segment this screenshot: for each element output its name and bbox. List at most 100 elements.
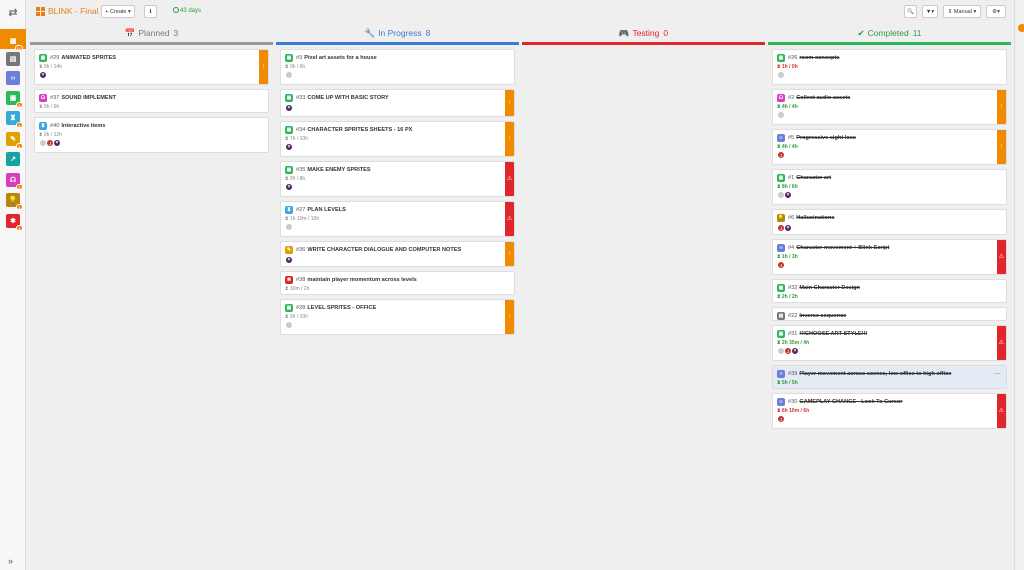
card-list: ▣ #26 room concepts ⧗ 1h / 0h ☊ #2 Collect aud… [768,48,1011,429]
task-title: MAKE ENEMY SPRITES [307,166,371,173]
task-card[interactable]: ▣ #31 !!!CHOOSE ART STYLE!!! ⧗ 2h 35m / 4h J… [772,324,1007,361]
sidebar-writing-icon[interactable]: ✎ 1 [6,132,23,149]
task-title-row: ✎ #36 WRITE CHARACTER DIALOGUE AND COMPUTE… [285,245,462,254]
avatar[interactable]: J [777,150,785,159]
task-card[interactable]: ✱ #38 maintain player momentum across leve… [280,270,515,295]
task-card[interactable]: ♜ #40 Interactive items ⧗ 0h / 12h J [34,116,269,153]
time-tracking: ⧗ 1h / 0h [777,64,798,70]
time-tracking: ⧗ 2h / 10h [285,314,308,320]
avatar[interactable]: J [777,260,785,269]
time-value: 7h / 10h [289,135,308,142]
task-card[interactable]: ▤ #22 Inverse sequence [772,306,1007,321]
swap-icon[interactable]: ⇄ [0,0,26,24]
high-priority-icon: ↑ [259,49,268,84]
search-button[interactable]: 🔍 [904,5,917,18]
task-title-row: ‹› #39 Player movement across scenes, low … [777,369,951,378]
avatar[interactable] [285,182,293,191]
category-icon: ‹› [777,369,785,378]
avatar[interactable] [53,138,61,147]
task-card[interactable]: ☊ #2 Collect audio assets ⧗ 4h / 4h ↑ [772,88,1007,125]
category-icon: ▣ [285,53,293,62]
task-card[interactable]: ✎ #36 WRITE CHARACTER DIALOGUE AND COMPUTE… [280,240,515,267]
task-card[interactable]: ▣ #32 Main Character Design ⧗ 2h / 2h [772,278,1007,303]
avatar[interactable] [39,70,47,79]
warning-priority-icon: ⚠ [505,201,514,236]
avatar[interactable] [285,255,293,264]
task-card[interactable]: ▣ #3 Pixel art assets for a house ⧗ 0h / 6h [280,48,515,85]
category-icon: ▣ [285,125,293,134]
task-card[interactable]: 💡 #6 Hallucinations J [772,208,1007,235]
avatar[interactable] [784,223,792,232]
task-card[interactable]: ‹› #4 Character movement + Blink Script ⧗ 1… [772,238,1007,275]
avatar[interactable] [285,142,293,151]
sidebar-level-icon[interactable]: ♜ 2 [6,111,23,128]
task-card[interactable]: ▣ #35 MAKE ENEMY SPRITES ⧗ 2h / 8h ⚠ [280,160,515,197]
task-card[interactable]: ♜ #27 PLAN LEVELS ⧗ 1h 10m / 10h ⚠ [280,200,515,237]
bug-icon: ✱ [10,218,16,225]
task-card[interactable]: ‹› #39 Player movement across scenes, low … [772,364,1007,389]
task-title: Hallucinations [796,214,835,221]
task-card[interactable]: ‹› #30 GAMEPLAY CHANGE - Look To Cursor ⧗ 6… [772,392,1007,429]
task-card[interactable]: ▣ #28 LEVEL SPRITES - OFFICE ⧗ 2h / 10h ↑ [280,298,515,335]
task-title-row: ▤ #22 Inverse sequence [777,311,846,320]
sidebar-audio-icon[interactable]: ☊ 1 [6,173,23,190]
sidebar-idea-icon[interactable]: 💡 1 [6,193,23,210]
avatar[interactable] [777,110,785,119]
more-options-icon[interactable]: ⋯ [994,370,1001,378]
time-value: 30m / 2h [289,285,310,292]
sort-dropdown[interactable]: ⇕ Manual ▾ [943,5,981,18]
filter-button[interactable]: ▼▾ [922,5,938,18]
project-title[interactable]: BLINK - Final [48,6,99,16]
task-card[interactable]: ▣ #34 CHARACTER SPRITES SHEETS - 16 PX ⧗ 7h… [280,120,515,157]
time-value: 0h / 14h [43,63,62,70]
avatar[interactable] [285,320,293,329]
expand-sidebar-icon[interactable]: » [8,556,13,566]
avatar[interactable]: J [777,414,785,423]
avatar[interactable] [285,70,293,79]
task-card[interactable]: ▣ #1 Character art ⧗ 8h / 6h [772,168,1007,205]
time-value: 2h / 8h [289,175,306,182]
clock-icon [173,7,179,13]
sidebar-general-icon[interactable]: ▤ [6,52,20,66]
column-name: In Progress [378,28,422,38]
task-card[interactable]: ▣ #33 COME UP WITH BASIC STORY ↑ [280,88,515,117]
task-title: WRITE CHARACTER DIALOGUE AND COMPUTER NO… [307,246,462,253]
column-header[interactable]: ✔ Completed 11 [768,26,1011,42]
column-count: 0 [663,28,669,38]
scrollbar[interactable] [1014,0,1024,570]
avatar[interactable] [791,346,799,355]
assignee-avatars [777,110,785,119]
info-button[interactable]: ℹ [144,5,157,18]
column-header[interactable]: 🎮 Testing 0 [522,26,765,42]
avatar[interactable] [285,103,293,112]
avatar[interactable] [777,70,785,79]
column-color-bar [768,42,1011,45]
avatar[interactable] [285,222,293,231]
column-planned: 📅 Planned 3 ▣ #29 ANIMATED SPRITES ⧗ 0h / 14h ↑… [30,26,273,157]
task-title: GAMEPLAY CHANGE - Look To Cursor [799,398,903,405]
category-icon: ✎ [285,245,293,254]
sidebar-bug-icon[interactable]: ✱ 1 [6,214,23,231]
sidebar-art-icon[interactable]: ▣ 6 [6,91,23,108]
settings-button[interactable]: ⚙▾ [986,5,1006,18]
column-header[interactable]: 📅 Planned 3 [30,26,273,42]
task-card[interactable]: ▣ #26 room concepts ⧗ 1h / 0h [772,48,1007,85]
high-priority-icon: ↑ [505,241,514,266]
time-tracking: ⧗ 2h / 2h [777,294,798,300]
task-card[interactable]: ‹› #5 Progressive sight loss ⧗ 4h / 4h J ↑ [772,128,1007,165]
sidebar-code-icon[interactable]: ‹› [6,71,20,85]
sidebar-board-icon[interactable]: ▦ 11 [6,34,23,51]
sidebar-badge: 6 [16,102,23,108]
avatar[interactable] [784,190,792,199]
column-header[interactable]: 🔧 In Progress 8 [276,26,519,42]
task-card[interactable]: ▣ #29 ANIMATED SPRITES ⧗ 0h / 14h ↑ [34,48,269,85]
card-list: ▣ #29 ANIMATED SPRITES ⧗ 0h / 14h ↑ ☊ #37 SOUND… [30,48,273,153]
assignee-avatars [285,255,293,264]
task-number: #37 [50,94,60,101]
create-button[interactable]: + Create ▾ [101,5,135,18]
sidebar-badge: 1 [16,225,23,231]
column-count: 11 [912,28,922,38]
sidebar-chart-icon[interactable]: ↗ [6,152,20,166]
task-title: LEVEL SPRITES - OFFICE [307,304,377,311]
task-card[interactable]: ☊ #37 SOUND IMPLEMENT ⧗ 0h / 6h [34,88,269,113]
